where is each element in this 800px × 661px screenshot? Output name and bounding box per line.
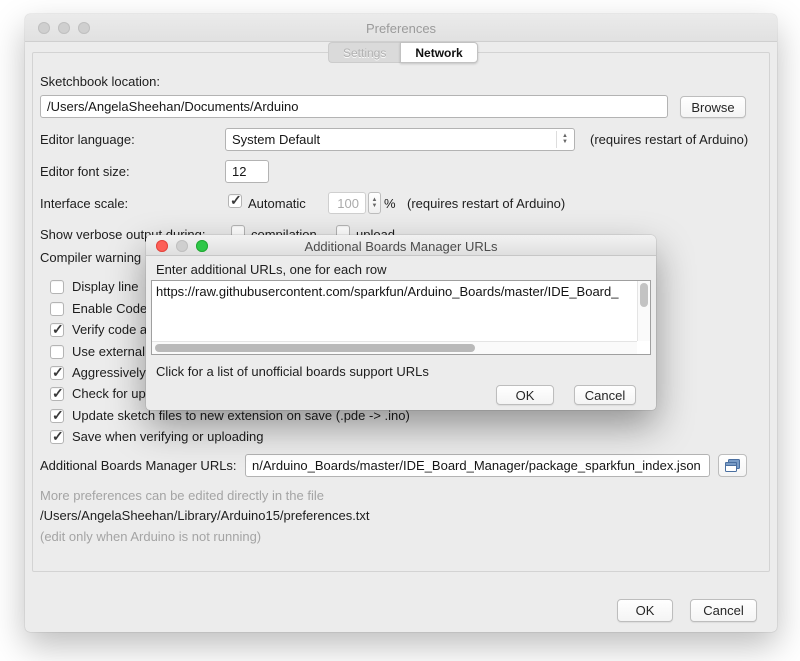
checkbox-enable-code-label: Enable Code	[72, 301, 147, 316]
boards-manager-urls-value: n/Arduino_Boards/master/IDE_Board_Manage…	[252, 458, 701, 473]
automatic-scale-checkbox[interactable]	[228, 194, 242, 208]
interface-scale-label: Interface scale:	[40, 196, 128, 211]
horizontal-scrollbar[interactable]	[152, 341, 637, 354]
checkbox-display-line-label: Display line	[72, 279, 138, 294]
checkbox-aggressively-cache[interactable]	[50, 366, 64, 380]
dialog-titlebar[interactable]: Additional Boards Manager URLs	[146, 235, 656, 256]
scale-unit-label: %	[384, 196, 396, 211]
checkbox-update-sketch-files[interactable]	[50, 409, 64, 423]
vertical-scrollbar-thumb[interactable]	[640, 283, 648, 307]
checkbox-update-sketch-files-label: Update sketch files to new extension on …	[72, 408, 410, 423]
more-preferences-note: More preferences can be edited directly …	[40, 488, 324, 503]
checkbox-save-when-verifying[interactable]	[50, 430, 64, 444]
browse-button[interactable]: Browse	[680, 96, 746, 118]
sketchbook-location-input[interactable]: /Users/AngelaSheehan/Documents/Arduino	[40, 95, 668, 118]
editor-language-label: Editor language:	[40, 132, 135, 147]
dialog-prompt: Enter additional URLs, one for each row	[156, 262, 387, 277]
editor-font-size-value: 12	[232, 164, 246, 179]
checkbox-save-when-verifying-label: Save when verifying or uploading	[72, 429, 264, 444]
automatic-scale-checkbox-label: Automatic	[248, 196, 306, 211]
checkbox-display-line[interactable]	[50, 280, 64, 294]
urls-textarea[interactable]: https://raw.githubusercontent.com/sparkf…	[151, 280, 651, 355]
scale-percent-value: 100	[337, 196, 359, 211]
sketchbook-location-value: /Users/AngelaSheehan/Documents/Arduino	[47, 99, 298, 114]
horizontal-scrollbar-thumb[interactable]	[155, 344, 475, 352]
edit-only-note: (edit only when Arduino is not running)	[40, 529, 261, 544]
dialog-title: Additional Boards Manager URLs	[146, 239, 656, 254]
editor-font-size-label: Editor font size:	[40, 164, 130, 179]
checkbox-use-external[interactable]	[50, 345, 64, 359]
editor-language-select[interactable]: System Default ▲▼	[225, 128, 575, 151]
scale-stepper[interactable]: ▲▼	[368, 192, 381, 214]
checkbox-use-external-label: Use external	[72, 344, 145, 359]
checkbox-check-updates-label: Check for up	[72, 386, 146, 401]
window-title: Preferences	[25, 21, 777, 36]
overlapping-windows-icon	[724, 458, 741, 473]
checkbox-verify-code-label: Verify code a	[72, 322, 147, 337]
boards-manager-urls-input[interactable]: n/Arduino_Boards/master/IDE_Board_Manage…	[245, 454, 710, 477]
screen: Preferences Settings Network Sketchbook …	[0, 0, 800, 661]
dialog-cancel-button[interactable]: Cancel	[574, 385, 636, 405]
editor-font-size-input[interactable]: 12	[225, 160, 269, 183]
chevron-up-down-icon: ▲▼	[556, 131, 570, 148]
tab-network[interactable]: Network	[400, 42, 477, 63]
tab-settings[interactable]: Settings	[328, 42, 400, 63]
urls-textarea-value: https://raw.githubusercontent.com/sparkf…	[156, 284, 634, 299]
boards-manager-urls-dialog: Additional Boards Manager URLs Enter add…	[146, 235, 656, 410]
checkbox-aggressively-cache-label: Aggressively	[72, 365, 146, 380]
preferences-tabs: Settings Network	[328, 42, 478, 63]
preferences-cancel-button[interactable]: Cancel	[690, 599, 757, 622]
vertical-scrollbar[interactable]	[637, 281, 650, 341]
scale-percent-input: 100	[328, 192, 366, 214]
window-titlebar[interactable]: Preferences	[25, 14, 777, 42]
unofficial-boards-link[interactable]: Click for a list of unofficial boards su…	[156, 364, 429, 379]
scale-restart-note: (requires restart of Arduino)	[407, 196, 565, 211]
compiler-warnings-label: Compiler warning	[40, 250, 141, 265]
editor-language-value: System Default	[232, 132, 320, 147]
dialog-ok-button[interactable]: OK	[496, 385, 554, 405]
preferences-file-path: /Users/AngelaSheehan/Library/Arduino15/p…	[40, 508, 370, 523]
checkbox-check-updates[interactable]	[50, 387, 64, 401]
preferences-ok-button[interactable]: OK	[617, 599, 673, 622]
boards-manager-urls-label: Additional Boards Manager URLs:	[40, 458, 237, 473]
sketchbook-location-label: Sketchbook location:	[40, 74, 160, 89]
checkbox-verify-code[interactable]	[50, 323, 64, 337]
checkbox-enable-code[interactable]	[50, 302, 64, 316]
language-restart-note: (requires restart of Arduino)	[590, 132, 748, 147]
open-urls-dialog-button[interactable]	[718, 454, 747, 477]
